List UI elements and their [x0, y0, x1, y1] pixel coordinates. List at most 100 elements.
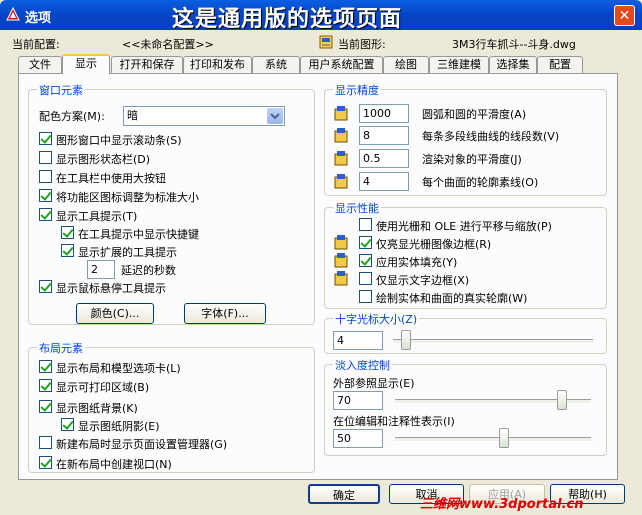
label-printable-area: 显示可打印区域(B)	[56, 381, 150, 394]
drawing-saved-icon	[334, 128, 348, 143]
checkbox-layout-tabs[interactable]	[39, 360, 52, 373]
drawing-saved-icon	[334, 174, 348, 189]
layout-elements-title: 布局元素	[37, 340, 85, 356]
checkbox-true-silhouettes[interactable]	[359, 290, 372, 303]
checkbox-rollover-tooltips[interactable]	[39, 280, 52, 293]
inplace-fade-track	[395, 437, 591, 442]
tab-open-save[interactable]: 打开和保存	[111, 56, 183, 73]
inplace-fade-label: 在位编辑和注释性表示(I)	[333, 415, 455, 428]
tab-3d-modeling[interactable]: 三维建模	[429, 56, 489, 73]
checkbox-show-status-bar[interactable]	[39, 151, 52, 164]
checkbox-page-setup-manager[interactable]	[39, 436, 52, 449]
display-tab-panel: 窗口元素 配色方案(M): 暗 图形窗口中显示滚动条(S) 显示图形状态栏(D)…	[18, 73, 618, 480]
crosshair-size-slider[interactable]	[401, 330, 411, 350]
label-ribbon-icons: 将功能区图标调整为标准大小	[56, 191, 199, 204]
dropdown-arrow-button[interactable]	[267, 108, 283, 124]
tab-display[interactable]: 显示	[62, 54, 110, 74]
crosshair-size-input[interactable]: 4	[333, 331, 383, 350]
fade-control-group: 淡入度控制 外部参照显示(E) 70 在位编辑和注释性表示(I) 50	[324, 357, 607, 456]
label-raster-frame: 仅亮显光栅图像边框(R)	[376, 238, 492, 251]
layout-elements-group: 布局元素 显示布局和模型选项卡(L) 显示可打印区域(B) 显示图纸背景(K) …	[28, 340, 315, 473]
inplace-fade-slider[interactable]	[499, 428, 509, 448]
label-raster-ole-pan: 使用光栅和 OLE 进行平移与缩放(P)	[376, 220, 552, 233]
label-paper-background: 显示图纸背景(K)	[56, 402, 138, 415]
label-page-setup-manager: 新建布局时显示页面设置管理器(G)	[56, 438, 228, 451]
drawing-saved-icon	[334, 253, 348, 268]
rendered-smoothness-input[interactable]: 0.5	[359, 149, 409, 168]
checkbox-extended-tooltips[interactable]	[61, 244, 74, 257]
crosshair-size-group: 十字光标大小(Z) 4	[324, 311, 607, 354]
ok-button[interactable]: 确定	[308, 484, 380, 504]
title-bar: 选项 这是通用版的选项页面 ✕	[0, 0, 642, 32]
checkbox-printable-area[interactable]	[39, 379, 52, 392]
current-drawing-value: 3M3行车抓斗--斗身.dwg	[452, 38, 576, 51]
crosshair-size-track	[393, 339, 593, 344]
label-paper-shadow: 显示图纸阴影(E)	[78, 420, 160, 433]
xref-fade-input[interactable]: 70	[333, 391, 383, 410]
fonts-button[interactable]: 字体(F)...	[184, 303, 266, 324]
checkbox-paper-background[interactable]	[39, 400, 52, 413]
label-rollover-tooltips: 显示鼠标悬停工具提示	[56, 282, 166, 295]
checkbox-show-scrollbars[interactable]	[39, 132, 52, 145]
xref-fade-label: 外部参照显示(E)	[333, 377, 415, 390]
display-performance-group: 显示性能 使用光栅和 OLE 进行平移与缩放(P) 仅亮显光栅图像边框(R) 应…	[324, 200, 607, 309]
watermark: 三维网www.3dportal.cn	[420, 497, 584, 512]
arc-smoothness-input[interactable]: 1000	[359, 104, 409, 123]
display-performance-title: 显示性能	[333, 200, 381, 216]
label-true-silhouettes: 绘制实体和曲面的真实轮廓(W)	[376, 292, 528, 305]
drawing-saved-icon	[334, 271, 348, 286]
label-layout-tabs: 显示布局和模型选项卡(L)	[56, 362, 181, 375]
drawing-saved-icon	[334, 151, 348, 166]
checkbox-paper-shadow[interactable]	[61, 418, 74, 431]
checkbox-create-viewport[interactable]	[39, 456, 52, 469]
display-resolution-group: 显示精度 1000 圆弧和圆的平滑度(A) 8 每条多段线曲线的线段数(V) 0…	[324, 82, 607, 196]
label-extended-tooltips: 显示扩展的工具提示	[78, 246, 177, 259]
label-show-status-bar: 显示图形状态栏(D)	[56, 153, 151, 166]
label-text-boundary: 仅显示文字边框(X)	[376, 274, 470, 287]
inplace-fade-input[interactable]: 50	[333, 429, 383, 448]
checkbox-show-tooltips[interactable]	[39, 208, 52, 221]
drawing-icon	[319, 35, 333, 49]
drawing-saved-icon	[334, 106, 348, 121]
polyline-segments-label: 每条多段线曲线的线段数(V)	[422, 130, 560, 143]
tab-drafting[interactable]: 绘图	[383, 56, 429, 73]
label-tooltip-shortcuts: 在工具提示中显示快捷键	[78, 228, 199, 241]
contour-lines-input[interactable]: 4	[359, 172, 409, 191]
tab-profiles[interactable]: 配置	[537, 56, 583, 73]
contour-lines-label: 每个曲面的轮廓素线(O)	[422, 176, 539, 189]
polyline-segments-input[interactable]: 8	[359, 126, 409, 145]
checkbox-large-buttons[interactable]	[39, 170, 52, 183]
colors-button[interactable]: 颜色(C)...	[76, 303, 154, 324]
checkbox-tooltip-shortcuts[interactable]	[61, 226, 74, 239]
display-resolution-title: 显示精度	[333, 82, 381, 98]
rendered-smoothness-label: 渲染对象的平滑度(J)	[422, 153, 522, 166]
arc-smoothness-label: 圆弧和圆的平滑度(A)	[422, 108, 527, 121]
checkbox-solid-fill[interactable]	[359, 254, 372, 267]
current-drawing-label: 当前图形:	[338, 38, 386, 51]
tab-user-preferences[interactable]: 用户系统配置	[300, 56, 383, 73]
color-scheme-label: 配色方案(M):	[39, 110, 105, 123]
tab-selection[interactable]: 选择集	[489, 56, 537, 73]
checkbox-raster-frame[interactable]	[359, 236, 372, 249]
window-elements-title: 窗口元素	[37, 82, 85, 98]
chevron-down-icon	[270, 113, 280, 120]
checkbox-text-boundary[interactable]	[359, 272, 372, 285]
checkbox-ribbon-icons[interactable]	[39, 189, 52, 202]
tab-plot-publish[interactable]: 打印和发布	[183, 56, 252, 73]
label-solid-fill: 应用实体填充(Y)	[376, 256, 458, 269]
color-scheme-select[interactable]: 暗	[123, 106, 285, 126]
label-show-tooltips: 显示工具提示(T)	[56, 210, 138, 223]
window-elements-group: 窗口元素 配色方案(M): 暗 图形窗口中显示滚动条(S) 显示图形状态栏(D)…	[28, 82, 315, 325]
delay-seconds-input[interactable]: 2	[87, 260, 115, 279]
xref-fade-slider[interactable]	[557, 390, 567, 410]
current-config-label: 当前配置:	[12, 38, 60, 51]
tab-files[interactable]: 文件	[18, 56, 62, 73]
close-button[interactable]: ✕	[614, 5, 635, 26]
window-title: 选项	[25, 11, 52, 26]
label-create-viewport: 在新布局中创建视口(N)	[56, 458, 172, 471]
current-config-value: <<未命名配置>>	[122, 38, 214, 51]
checkbox-raster-ole-pan[interactable]	[359, 218, 372, 231]
delay-seconds-label: 延迟的秒数	[121, 264, 176, 277]
label-large-buttons: 在工具栏中使用大按钮	[56, 172, 166, 185]
tab-system[interactable]: 系统	[252, 56, 300, 73]
